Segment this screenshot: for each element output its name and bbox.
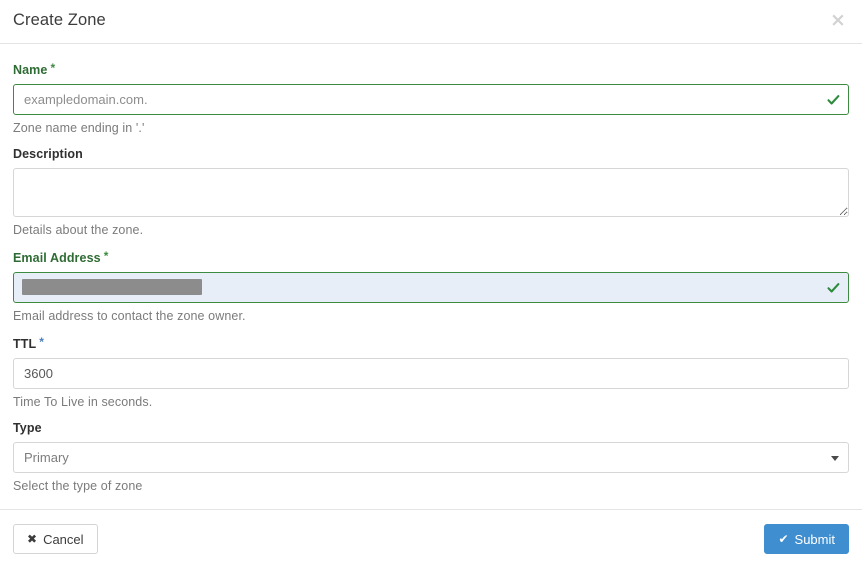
field-email: Email Address* Email address to contact … bbox=[13, 249, 849, 323]
type-label: Type bbox=[13, 421, 849, 435]
submit-button[interactable]: ✔ Submit bbox=[764, 524, 849, 554]
field-description: Description Details about the zone. bbox=[13, 147, 849, 237]
x-icon: ✖ bbox=[27, 533, 37, 545]
dialog-header: Create Zone × bbox=[0, 0, 862, 44]
close-icon[interactable]: × bbox=[827, 9, 849, 31]
email-label: Email Address* bbox=[13, 249, 849, 265]
type-select[interactable]: Primary bbox=[13, 442, 849, 473]
create-zone-dialog: Create Zone × Name* Zone name ending in … bbox=[0, 0, 862, 564]
type-label-text: Type bbox=[13, 421, 42, 435]
type-select-wrap: Primary bbox=[13, 442, 849, 473]
ttl-label: TTL* bbox=[13, 335, 849, 351]
dialog-body: Name* Zone name ending in '.' Descriptio… bbox=[0, 45, 862, 509]
field-ttl: TTL* Time To Live in seconds. bbox=[13, 335, 849, 409]
email-field[interactable] bbox=[13, 272, 849, 303]
name-input[interactable] bbox=[13, 84, 849, 115]
name-label: Name* bbox=[13, 61, 849, 77]
email-required-marker: * bbox=[104, 249, 109, 263]
field-type: Type Primary Select the type of zone bbox=[13, 421, 849, 493]
email-help-text: Email address to contact the zone owner. bbox=[13, 309, 849, 323]
name-label-text: Name bbox=[13, 63, 47, 77]
description-label: Description bbox=[13, 147, 849, 161]
description-input-wrap bbox=[13, 168, 849, 217]
email-input-wrap bbox=[13, 272, 849, 303]
type-help-text: Select the type of zone bbox=[13, 479, 849, 493]
submit-button-label: Submit bbox=[795, 533, 835, 546]
check-icon: ✔ bbox=[778, 533, 788, 545]
ttl-help-text: Time To Live in seconds. bbox=[13, 395, 849, 409]
cancel-button[interactable]: ✖ Cancel bbox=[13, 524, 98, 554]
ttl-input-wrap bbox=[13, 358, 849, 389]
description-textarea[interactable] bbox=[13, 168, 849, 217]
field-name: Name* Zone name ending in '.' bbox=[13, 61, 849, 135]
name-input-wrap bbox=[13, 84, 849, 115]
name-help-text: Zone name ending in '.' bbox=[13, 121, 849, 135]
description-label-text: Description bbox=[13, 147, 83, 161]
name-required-marker: * bbox=[50, 61, 55, 75]
email-label-text: Email Address bbox=[13, 251, 101, 265]
page-title: Create Zone bbox=[13, 11, 106, 30]
ttl-label-text: TTL bbox=[13, 337, 36, 351]
description-help-text: Details about the zone. bbox=[13, 223, 849, 237]
ttl-input[interactable] bbox=[13, 358, 849, 389]
ttl-required-marker: * bbox=[39, 335, 44, 349]
dialog-footer: ✖ Cancel ✔ Submit bbox=[0, 509, 862, 564]
cancel-button-label: Cancel bbox=[43, 533, 83, 546]
